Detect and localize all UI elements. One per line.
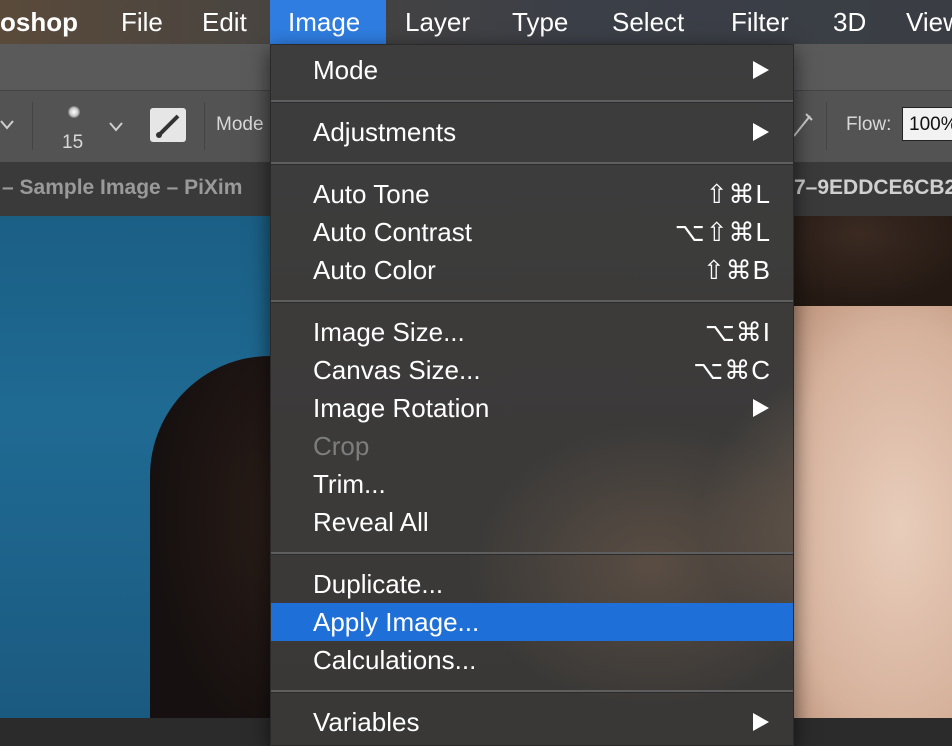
menu-item-label: Mode	[313, 55, 379, 85]
menu-item-label: Apply Image...	[313, 607, 480, 637]
menu-item-reveal-all[interactable]: Reveal All	[271, 503, 793, 541]
submenu-arrow-icon	[753, 61, 769, 79]
submenu-arrow-icon	[753, 713, 769, 731]
menu-item-shortcut: ⌥⌘I	[704, 317, 771, 347]
chevron-down-icon[interactable]	[0, 118, 14, 132]
menu-separator	[271, 552, 793, 555]
document-tab-title-right[interactable]: 7–9EDDCE6CB2	[794, 176, 952, 200]
menu-item-canvas-size[interactable]: Canvas Size... ⌥⌘C	[271, 351, 793, 389]
menu-item-label: Auto Tone	[313, 179, 430, 209]
menu-item-image-size[interactable]: Image Size... ⌥⌘I	[271, 313, 793, 351]
menu-item-label: Crop	[313, 431, 370, 461]
submenu-arrow-icon	[753, 123, 769, 141]
menu-item-label: Duplicate...	[313, 569, 444, 599]
menu-item-trim[interactable]: Trim...	[271, 465, 793, 503]
divider	[32, 102, 33, 150]
menu-item-label: Auto Color	[313, 255, 436, 285]
brush-tip-icon[interactable]	[68, 106, 80, 118]
menu-item-variables[interactable]: Variables	[271, 703, 793, 741]
submenu-arrow-icon	[753, 399, 769, 417]
menu-item-duplicate[interactable]: Duplicate...	[271, 565, 793, 603]
menu-item-crop: Crop	[271, 427, 793, 465]
menu-item-shortcut: ⇧⌘L	[705, 179, 771, 209]
menu-item-auto-tone[interactable]: Auto Tone ⇧⌘L	[271, 175, 793, 213]
menu-separator	[271, 300, 793, 303]
menu-layer[interactable]: Layer	[387, 0, 488, 44]
menu-item-shortcut: ⌥⇧⌘L	[674, 217, 771, 247]
menu-bar: oshop File Edit Image Layer Type Select …	[0, 0, 952, 44]
menu-3d[interactable]: 3D	[815, 0, 884, 44]
brush-picker-chevron-icon[interactable]	[108, 120, 124, 134]
menu-item-mode[interactable]: Mode	[271, 51, 793, 89]
portrait-hair-right	[780, 216, 952, 306]
menu-item-label: Variables	[313, 707, 420, 737]
flow-label: Flow:	[846, 114, 892, 135]
menu-image[interactable]: Image	[270, 0, 386, 44]
menu-item-auto-contrast[interactable]: Auto Contrast ⌥⇧⌘L	[271, 213, 793, 251]
document-tab-title[interactable]: – Sample Image – PiXim	[2, 176, 242, 200]
menu-type[interactable]: Type	[494, 0, 586, 44]
menu-item-image-rotation[interactable]: Image Rotation	[271, 389, 793, 427]
menu-edit[interactable]: Edit	[184, 0, 265, 44]
menu-item-label: Trim...	[313, 469, 386, 499]
menu-item-calculations[interactable]: Calculations...	[271, 641, 793, 679]
app-menu[interactable]: oshop	[0, 0, 96, 44]
menu-separator	[271, 100, 793, 103]
menu-item-label: Reveal All	[313, 507, 429, 537]
menu-item-label: Image Rotation	[313, 393, 490, 423]
menu-item-label: Image Size...	[313, 317, 465, 347]
divider	[826, 102, 827, 150]
divider	[204, 102, 205, 150]
menu-item-label: Canvas Size...	[313, 355, 481, 385]
menu-item-label: Auto Contrast	[313, 217, 472, 247]
mode-label: Mode	[216, 114, 264, 135]
menu-separator	[271, 162, 793, 165]
menu-item-adjustments[interactable]: Adjustments	[271, 113, 793, 151]
menu-item-auto-color[interactable]: Auto Color ⇧⌘B	[271, 251, 793, 289]
menu-select[interactable]: Select	[594, 0, 702, 44]
flow-input[interactable]: 100%	[902, 107, 952, 141]
image-menu-dropdown: Mode Adjustments Auto Tone ⇧⌘L Auto Cont…	[270, 44, 794, 746]
menu-item-label: Adjustments	[313, 117, 457, 147]
menu-item-apply-image[interactable]: Apply Image...	[271, 603, 793, 641]
menu-filter[interactable]: Filter	[713, 0, 807, 44]
brush-settings-icon[interactable]	[150, 108, 186, 142]
menu-view[interactable]: View	[888, 0, 952, 44]
menu-separator	[271, 690, 793, 693]
menu-item-label: Calculations...	[313, 645, 477, 675]
menu-file[interactable]: File	[103, 0, 181, 44]
menu-item-shortcut: ⌥⌘C	[693, 355, 771, 385]
brush-size-label: 15	[62, 132, 84, 153]
menu-item-shortcut: ⇧⌘B	[702, 255, 771, 285]
